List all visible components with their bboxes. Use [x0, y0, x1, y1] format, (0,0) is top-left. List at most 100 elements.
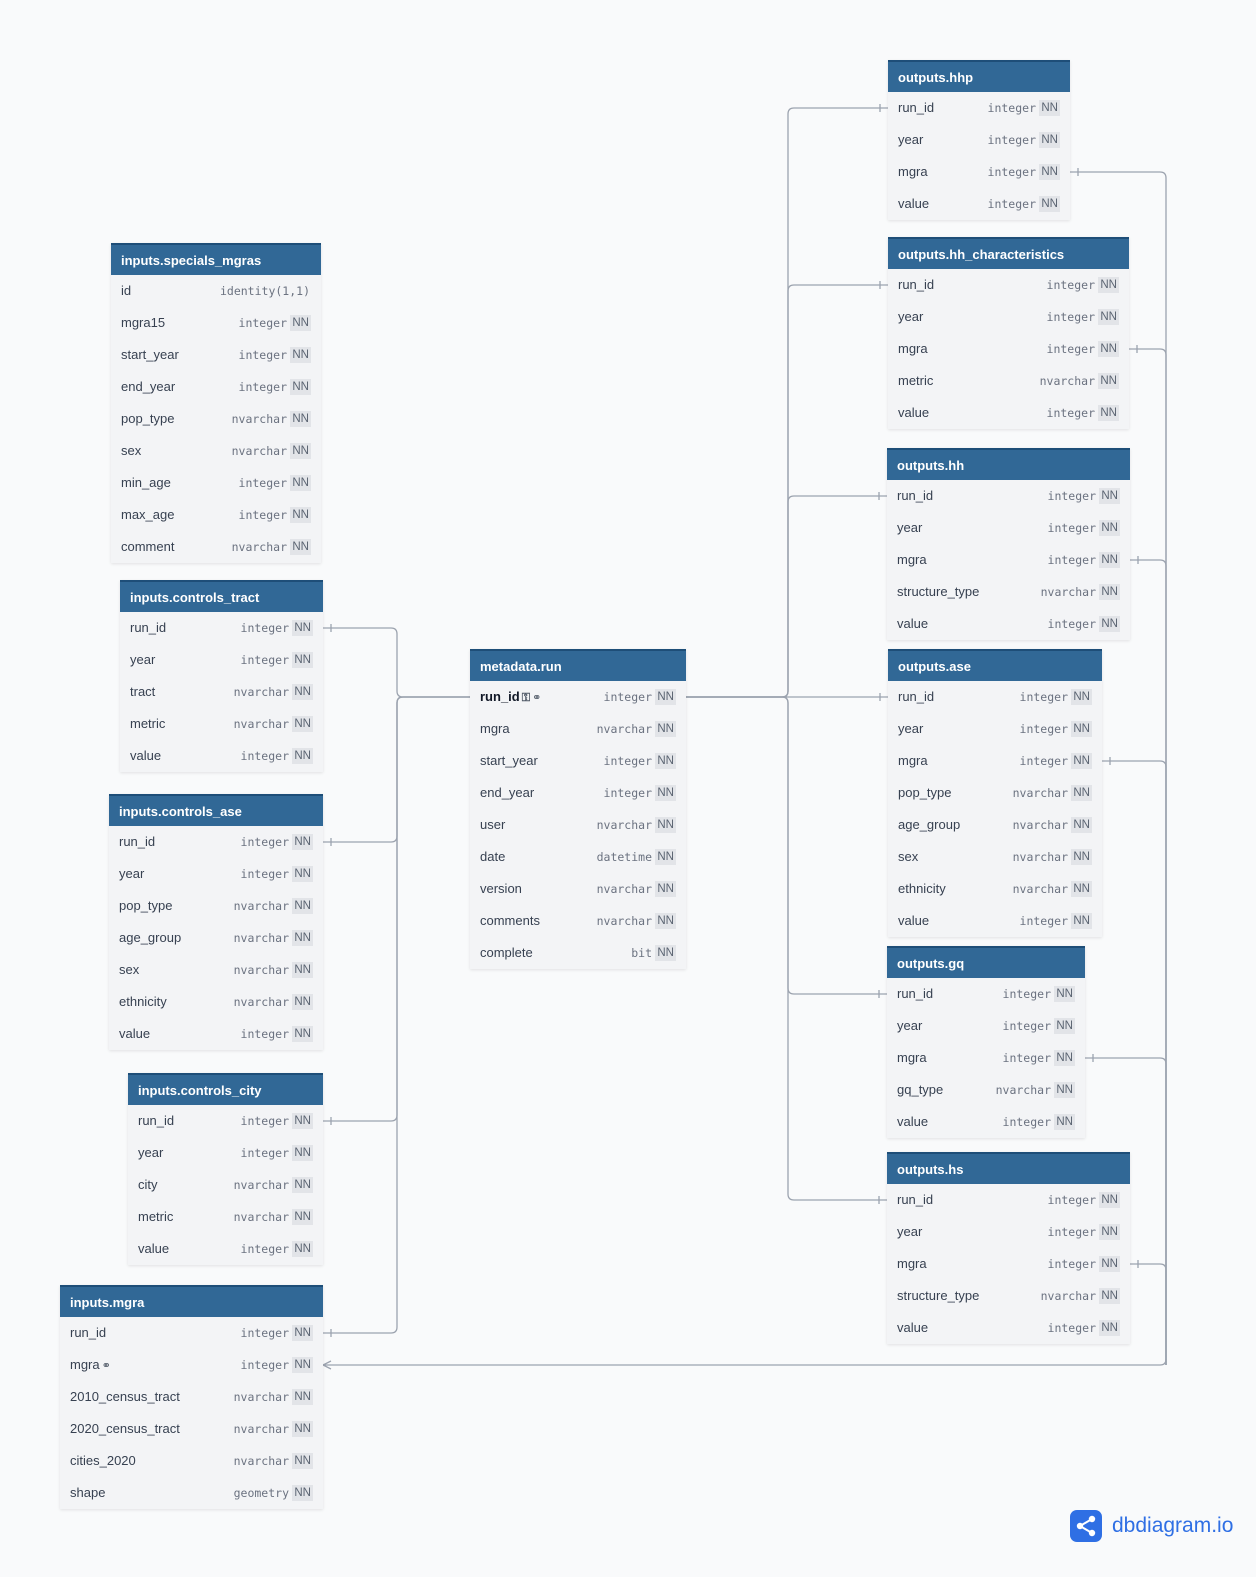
- table-title[interactable]: outputs.hs: [887, 1152, 1130, 1184]
- table-outputs-hhp[interactable]: outputs.hhp run_id integer NN year integer NN m…: [888, 60, 1070, 220]
- table-inputs-controls-city[interactable]: inputs.controls_city run_id integer NN year i…: [128, 1073, 323, 1265]
- field-row[interactable]: pop_type nvarchar NN: [111, 403, 321, 435]
- field-row[interactable]: pop_type nvarchar NN: [888, 777, 1102, 809]
- table-title[interactable]: inputs.controls_city: [128, 1073, 323, 1105]
- field-row[interactable]: metric nvarchar NN: [128, 1201, 323, 1233]
- not-null-badge: NN: [1099, 520, 1120, 536]
- table-title[interactable]: outputs.hh_characteristics: [888, 237, 1129, 269]
- field-row[interactable]: sex nvarchar NN: [111, 435, 321, 467]
- table-outputs-ase[interactable]: outputs.ase run_id integer NN year integer NN m…: [888, 649, 1102, 937]
- field-row[interactable]: year integer NN: [888, 713, 1102, 745]
- field-row[interactable]: version nvarchar NN: [470, 873, 686, 905]
- field-row[interactable]: gq_type nvarchar NN: [887, 1074, 1085, 1106]
- field-row[interactable]: year integer NN: [887, 512, 1130, 544]
- field-row[interactable]: run_id integer NN: [887, 480, 1130, 512]
- field-row[interactable]: end_year integer NN: [470, 777, 686, 809]
- table-inputs-specials-mgras[interactable]: inputs.specials_mgras id identity(1,1) mgra…: [111, 243, 321, 563]
- field-row[interactable]: mgra integer NN: [887, 544, 1130, 576]
- table-inputs-controls-ase[interactable]: inputs.controls_ase run_id integer NN year in…: [109, 794, 323, 1050]
- brand-logo[interactable]: dbdiagram.io: [1070, 1510, 1233, 1542]
- field-row[interactable]: start_year integer NN: [470, 745, 686, 777]
- field-row[interactable]: age_group nvarchar NN: [888, 809, 1102, 841]
- table-title[interactable]: inputs.controls_ase: [109, 794, 323, 826]
- field-row[interactable]: year integer NN: [888, 124, 1070, 156]
- table-title[interactable]: metadata.run: [470, 649, 686, 681]
- field-row[interactable]: run_id integer NN: [128, 1105, 323, 1137]
- table-title[interactable]: inputs.mgra: [60, 1285, 323, 1317]
- field-row[interactable]: sex nvarchar NN: [109, 954, 323, 986]
- field-row[interactable]: min_age integer NN: [111, 467, 321, 499]
- field-row[interactable]: mgra nvarchar NN: [470, 713, 686, 745]
- table-outputs-hs[interactable]: outputs.hs run_id integer NN year integer NN mg…: [887, 1152, 1130, 1344]
- field-row[interactable]: ethnicity nvarchar NN: [888, 873, 1102, 905]
- field-row[interactable]: run_id integer NN: [120, 612, 323, 644]
- field-row[interactable]: comment nvarchar NN: [111, 531, 321, 563]
- field-row[interactable]: run_id integer NN: [888, 92, 1070, 124]
- field-row[interactable]: run_id integer NN: [888, 269, 1129, 301]
- field-row[interactable]: metric nvarchar NN: [888, 365, 1129, 397]
- field-row[interactable]: mgra ⚭ integer NN: [60, 1349, 323, 1381]
- table-title[interactable]: outputs.hh: [887, 448, 1130, 480]
- field-row[interactable]: metric nvarchar NN: [120, 708, 323, 740]
- table-title[interactable]: inputs.controls_tract: [120, 580, 323, 612]
- field-row[interactable]: structure_type nvarchar NN: [887, 1280, 1130, 1312]
- table-title[interactable]: outputs.ase: [888, 649, 1102, 681]
- table-inputs-mgra[interactable]: inputs.mgra run_id integer NN mgra ⚭ integer NN…: [60, 1285, 323, 1509]
- field-row[interactable]: date datetime NN: [470, 841, 686, 873]
- field-row[interactable]: tract nvarchar NN: [120, 676, 323, 708]
- field-row[interactable]: id identity(1,1): [111, 275, 321, 307]
- field-row[interactable]: mgra integer NN: [888, 745, 1102, 777]
- field-row[interactable]: run_id integer NN: [109, 826, 323, 858]
- table-title[interactable]: inputs.specials_mgras: [111, 243, 321, 275]
- field-row[interactable]: value integer NN: [887, 1312, 1130, 1344]
- field-row[interactable]: cities_2020 nvarchar NN: [60, 1445, 323, 1477]
- field-row[interactable]: max_age integer NN: [111, 499, 321, 531]
- field-row[interactable]: run_id ⚿ ⚭ integer NN: [470, 681, 686, 713]
- field-row[interactable]: value integer NN: [887, 1106, 1085, 1138]
- field-row[interactable]: mgra15 integer NN: [111, 307, 321, 339]
- table-title[interactable]: outputs.gq: [887, 946, 1085, 978]
- field-row[interactable]: mgra integer NN: [887, 1248, 1130, 1280]
- table-outputs-hh-characteristics[interactable]: outputs.hh_characteristics run_id integer N…: [888, 237, 1129, 429]
- field-row[interactable]: sex nvarchar NN: [888, 841, 1102, 873]
- table-outputs-gq[interactable]: outputs.gq run_id integer NN year integer NN mg…: [887, 946, 1085, 1138]
- field-row[interactable]: ethnicity nvarchar NN: [109, 986, 323, 1018]
- field-row[interactable]: value integer NN: [888, 397, 1129, 429]
- table-title[interactable]: outputs.hhp: [888, 60, 1070, 92]
- field-row[interactable]: 2010_census_tract nvarchar NN: [60, 1381, 323, 1413]
- table-inputs-controls-tract[interactable]: inputs.controls_tract run_id integer NN year…: [120, 580, 323, 772]
- field-row[interactable]: mgra integer NN: [888, 333, 1129, 365]
- field-row[interactable]: year integer NN: [887, 1010, 1085, 1042]
- field-row[interactable]: run_id integer NN: [888, 681, 1102, 713]
- table-metadata-run[interactable]: metadata.run run_id ⚿ ⚭ integer NN mgra nvarcha…: [470, 649, 686, 969]
- field-row[interactable]: run_id integer NN: [887, 1184, 1130, 1216]
- field-row[interactable]: user nvarchar NN: [470, 809, 686, 841]
- field-row[interactable]: value integer NN: [128, 1233, 323, 1265]
- field-row[interactable]: pop_type nvarchar NN: [109, 890, 323, 922]
- field-row[interactable]: structure_type nvarchar NN: [887, 576, 1130, 608]
- field-row[interactable]: comments nvarchar NN: [470, 905, 686, 937]
- table-outputs-hh[interactable]: outputs.hh run_id integer NN year integer NN mg…: [887, 448, 1130, 640]
- field-row[interactable]: value integer NN: [109, 1018, 323, 1050]
- field-row[interactable]: mgra integer NN: [887, 1042, 1085, 1074]
- field-row[interactable]: value integer NN: [888, 905, 1102, 937]
- field-row[interactable]: year integer NN: [120, 644, 323, 676]
- field-row[interactable]: run_id integer NN: [887, 978, 1085, 1010]
- field-row[interactable]: value integer NN: [887, 608, 1130, 640]
- field-row[interactable]: shape geometry NN: [60, 1477, 323, 1509]
- field-row[interactable]: year integer NN: [887, 1216, 1130, 1248]
- field-row[interactable]: mgra integer NN: [888, 156, 1070, 188]
- field-row[interactable]: value integer NN: [888, 188, 1070, 220]
- field-row[interactable]: complete bit NN: [470, 937, 686, 969]
- field-row[interactable]: value integer NN: [120, 740, 323, 772]
- field-row[interactable]: age_group nvarchar NN: [109, 922, 323, 954]
- field-row[interactable]: year integer NN: [888, 301, 1129, 333]
- field-row[interactable]: start_year integer NN: [111, 339, 321, 371]
- field-row[interactable]: end_year integer NN: [111, 371, 321, 403]
- field-row[interactable]: year integer NN: [109, 858, 323, 890]
- field-row[interactable]: run_id integer NN: [60, 1317, 323, 1349]
- field-row[interactable]: 2020_census_tract nvarchar NN: [60, 1413, 323, 1445]
- field-row[interactable]: city nvarchar NN: [128, 1169, 323, 1201]
- not-null-badge: NN: [290, 507, 311, 523]
- field-row[interactable]: year integer NN: [128, 1137, 323, 1169]
